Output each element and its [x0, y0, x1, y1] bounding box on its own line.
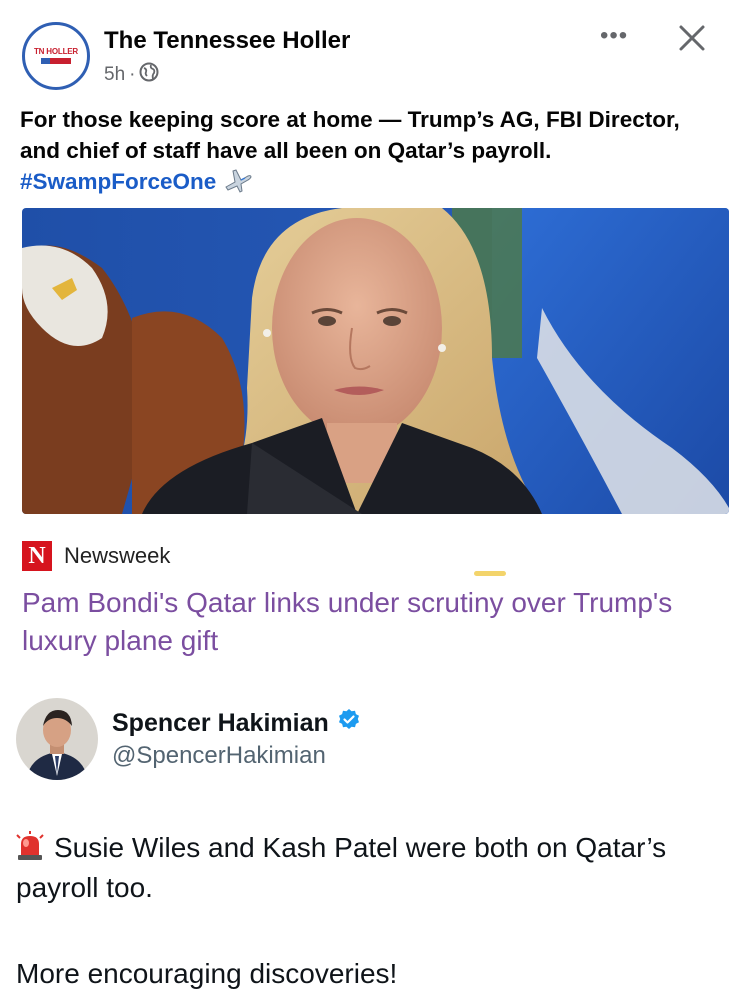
tweet-avatar[interactable] — [16, 698, 98, 780]
hashtag-link[interactable]: #SwampForceOne — [20, 169, 216, 194]
page-logo-text: TN HOLLER — [34, 47, 78, 56]
post-meta: 5h · — [104, 62, 159, 88]
post-time[interactable]: 5h — [104, 64, 125, 86]
tweet-author-name[interactable]: Spencer Hakimian — [112, 709, 329, 738]
page-avatar[interactable]: TN HOLLER — [22, 22, 90, 90]
news-photo[interactable] — [22, 208, 729, 514]
tweet-handle[interactable]: @SpencerHakimian — [112, 742, 326, 770]
tweet-body-line2: More encouraging discoveries! — [16, 958, 398, 989]
tennessee-flag-shape — [41, 58, 71, 64]
close-icon[interactable] — [674, 20, 710, 56]
meta-separator: · — [129, 64, 136, 85]
post-caption: For those keeping score at home — Trump’… — [20, 104, 710, 201]
news-source: Newsweek — [64, 543, 171, 568]
tweet-body: Susie Wiles and Kash Patel were both on … — [16, 828, 716, 908]
caption-text: For those keeping score at home — Trump’… — [20, 107, 680, 163]
highlight-mark — [474, 571, 506, 576]
news-source-row[interactable]: N Newsweek — [22, 541, 170, 571]
news-headline[interactable]: Pam Bondi's Qatar links under scrutiny o… — [22, 584, 712, 660]
globe-icon — [139, 62, 159, 88]
more-options-icon[interactable]: ••• — [600, 22, 628, 50]
airplane-icon — [223, 167, 253, 201]
verified-badge-icon — [337, 708, 361, 739]
tweet-body-text: Susie Wiles and Kash Patel were both on … — [16, 832, 667, 903]
page-name[interactable]: The Tennessee Holler — [104, 27, 350, 55]
newsweek-logo-icon: N — [22, 541, 52, 571]
tweet-author: Spencer Hakimian — [112, 708, 361, 739]
siren-icon — [16, 831, 44, 861]
